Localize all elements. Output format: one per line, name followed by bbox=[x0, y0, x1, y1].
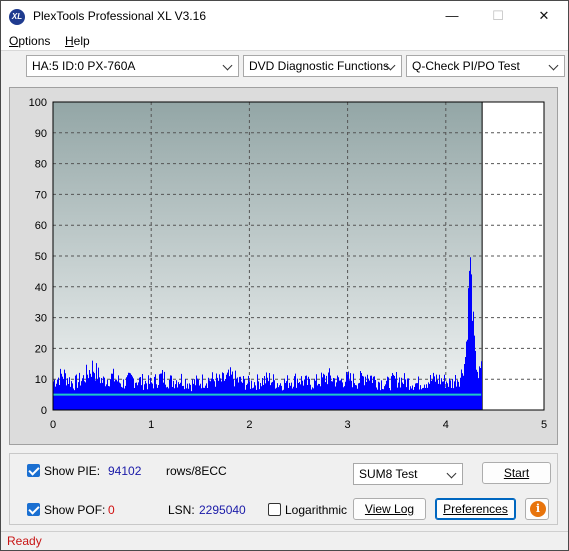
menu-options[interactable]: Options bbox=[9, 34, 50, 48]
y-tick-label: 100 bbox=[29, 97, 47, 109]
plextools-logo-icon: XL bbox=[9, 9, 25, 25]
menu-help[interactable]: Help bbox=[65, 34, 90, 48]
x-tick-label: 5 bbox=[541, 419, 547, 431]
menu-help-mnemonic: H bbox=[65, 34, 74, 48]
info-button[interactable]: i bbox=[525, 498, 549, 520]
pof-total-value: 0 bbox=[108, 503, 115, 517]
start-button[interactable]: Start bbox=[482, 462, 551, 484]
chevron-down-icon bbox=[222, 56, 234, 76]
show-pie-checkbox[interactable] bbox=[27, 464, 40, 477]
logarithmic-checkbox[interactable] bbox=[268, 503, 281, 516]
window-title: PlexTools Professional XL V3.16 bbox=[33, 9, 206, 23]
y-tick-label: 20 bbox=[35, 343, 47, 355]
lsn-label: LSN: bbox=[168, 503, 195, 517]
pi-po-chart: 0 10 20 30 40 50 60 70 80 90 100 0 1 2 3 4 5 bbox=[29, 97, 547, 431]
x-tick-label: 0 bbox=[50, 419, 56, 431]
x-tick-label: 3 bbox=[345, 419, 351, 431]
sum-test-select[interactable]: SUM8 Test bbox=[353, 463, 463, 485]
menu-help-label: elp bbox=[73, 34, 90, 48]
preferences-button[interactable]: Preferences bbox=[435, 498, 516, 520]
menu-options-mnemonic: O bbox=[9, 34, 19, 48]
rows-ecc-label: rows/8ECC bbox=[166, 464, 227, 478]
y-tick-label: 30 bbox=[35, 313, 47, 325]
menu-options-label: ptions bbox=[18, 34, 51, 48]
sum-test-select-value: SUM8 Test bbox=[359, 467, 418, 481]
info-icon: i bbox=[530, 501, 546, 517]
status-text: Ready bbox=[7, 534, 42, 548]
start-button-label: Start bbox=[503, 466, 530, 480]
show-pof-label: Show POF: bbox=[44, 503, 106, 517]
show-pie-label: Show PIE: bbox=[44, 464, 101, 478]
x-tick-label: 2 bbox=[246, 419, 252, 431]
preferences-button-label: Preferences bbox=[443, 502, 508, 516]
chevron-down-icon bbox=[385, 56, 397, 76]
function-select[interactable]: DVD Diagnostic Functions bbox=[243, 55, 402, 77]
x-tick-label: 4 bbox=[443, 419, 449, 431]
y-tick-label: 60 bbox=[35, 220, 47, 232]
show-pof-checkbox[interactable] bbox=[27, 503, 40, 516]
x-tick-label: 1 bbox=[148, 419, 154, 431]
status-bar: Ready bbox=[1, 531, 568, 550]
y-tick-label: 50 bbox=[35, 251, 47, 263]
y-tick-label: 90 bbox=[35, 128, 47, 140]
y-tick-label: 70 bbox=[35, 189, 47, 201]
menu-bar: Options Help bbox=[1, 31, 568, 51]
drive-select-value: HA:5 ID:0 PX-760A bbox=[32, 59, 136, 73]
chevron-down-icon bbox=[446, 464, 458, 484]
lsn-value: 2295040 bbox=[199, 503, 246, 517]
minimize-button[interactable]: — bbox=[429, 1, 475, 31]
y-tick-label: 0 bbox=[41, 405, 47, 417]
pie-total-value: 94102 bbox=[108, 464, 142, 478]
app-window: XL PlexTools Professional XL V3.16 — ☐ ✕… bbox=[0, 0, 569, 551]
test-select-value: Q-Check PI/PO Test bbox=[412, 59, 520, 73]
logarithmic-label: Logarithmic bbox=[285, 503, 348, 517]
controls-panel: Show PIE: 94102 rows/8ECC SUM8 Test Star… bbox=[9, 453, 558, 525]
y-tick-label: 10 bbox=[35, 374, 47, 386]
title-bar: XL PlexTools Professional XL V3.16 — ☐ ✕ bbox=[1, 1, 568, 31]
chart-panel: 0 10 20 30 40 50 60 70 80 90 100 0 1 2 3 4 5 bbox=[9, 87, 558, 445]
chevron-down-icon bbox=[548, 56, 560, 76]
y-tick-label: 40 bbox=[35, 282, 47, 294]
function-select-value: DVD Diagnostic Functions bbox=[249, 59, 390, 73]
view-log-button[interactable]: View Log bbox=[353, 498, 426, 520]
close-button[interactable]: ✕ bbox=[521, 1, 567, 31]
y-tick-label: 80 bbox=[35, 159, 47, 171]
maximize-button[interactable]: ☐ bbox=[475, 1, 521, 31]
drive-select[interactable]: HA:5 ID:0 PX-760A bbox=[26, 55, 239, 77]
view-log-button-label: View Log bbox=[364, 502, 415, 516]
test-select[interactable]: Q-Check PI/PO Test bbox=[406, 55, 565, 77]
